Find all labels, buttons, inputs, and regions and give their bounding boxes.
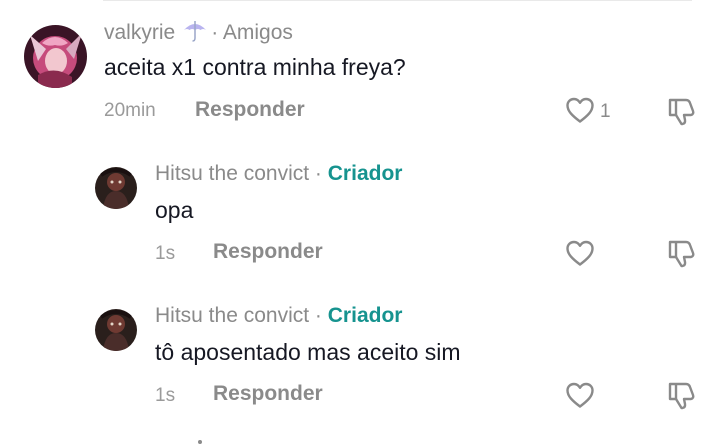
author-name[interactable]: Hitsu the convict (155, 162, 309, 185)
heart-icon[interactable] (565, 239, 595, 267)
avatar[interactable] (24, 25, 87, 88)
umbrella-icon (181, 19, 209, 43)
meta-separator: · (314, 162, 322, 185)
thumbs-down-icon[interactable] (666, 238, 696, 268)
avatar[interactable] (95, 309, 137, 351)
comment-text: opa (155, 197, 194, 223)
reply-button[interactable]: Responder (213, 240, 323, 264)
creator-badge: Criador (327, 162, 403, 185)
author-name[interactable]: valkyrie (104, 21, 175, 44)
like-count: 1 (600, 101, 611, 122)
thumbs-down-icon[interactable] (666, 380, 696, 410)
comment-meta: valkyrie · Amigos (104, 19, 293, 45)
heart-icon[interactable] (565, 96, 595, 124)
avatar[interactable] (95, 167, 137, 209)
thumbs-down-icon[interactable] (666, 96, 696, 126)
comment-meta: Hitsu the convict · Criador (155, 162, 402, 186)
comment-text: aceita x1 contra minha freya? (104, 54, 406, 80)
relationship-tag: Amigos (222, 21, 293, 44)
comment-meta: Hitsu the convict · Criador (155, 304, 402, 328)
comment-time: 20min (104, 100, 156, 121)
meta-separator: · (314, 304, 322, 327)
heart-icon[interactable] (565, 381, 595, 409)
partial-next-item (198, 440, 202, 444)
comment-time: 1s (155, 385, 176, 406)
comment-text: tô aposentado mas aceito sim (155, 339, 461, 365)
meta-separator: · (211, 21, 219, 44)
comment-time: 1s (155, 243, 176, 264)
top-divider (103, 0, 692, 1)
creator-badge: Criador (327, 304, 403, 327)
reply-button[interactable]: Responder (195, 98, 305, 122)
reply-button[interactable]: Responder (213, 382, 323, 406)
author-name[interactable]: Hitsu the convict (155, 304, 309, 327)
